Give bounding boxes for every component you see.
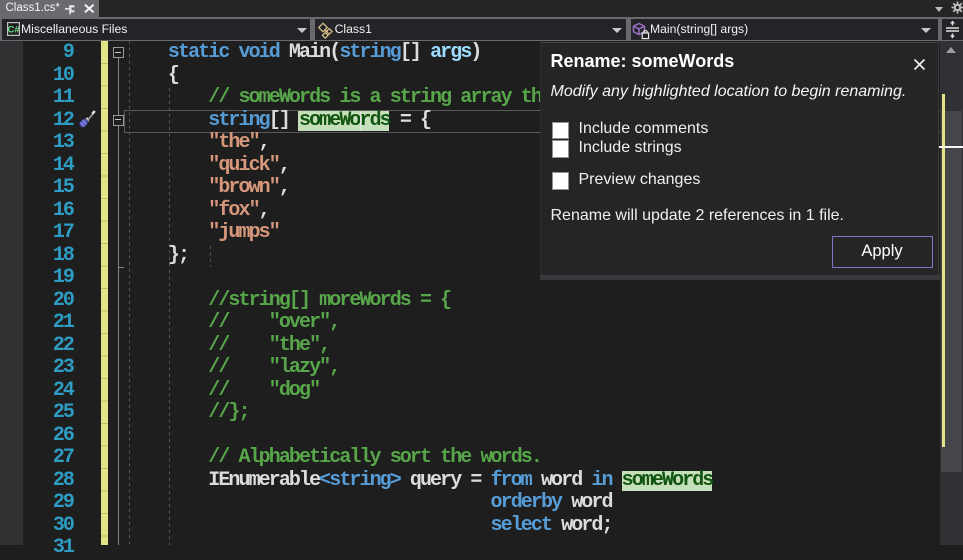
svg-text:C#: C#: [8, 24, 20, 35]
